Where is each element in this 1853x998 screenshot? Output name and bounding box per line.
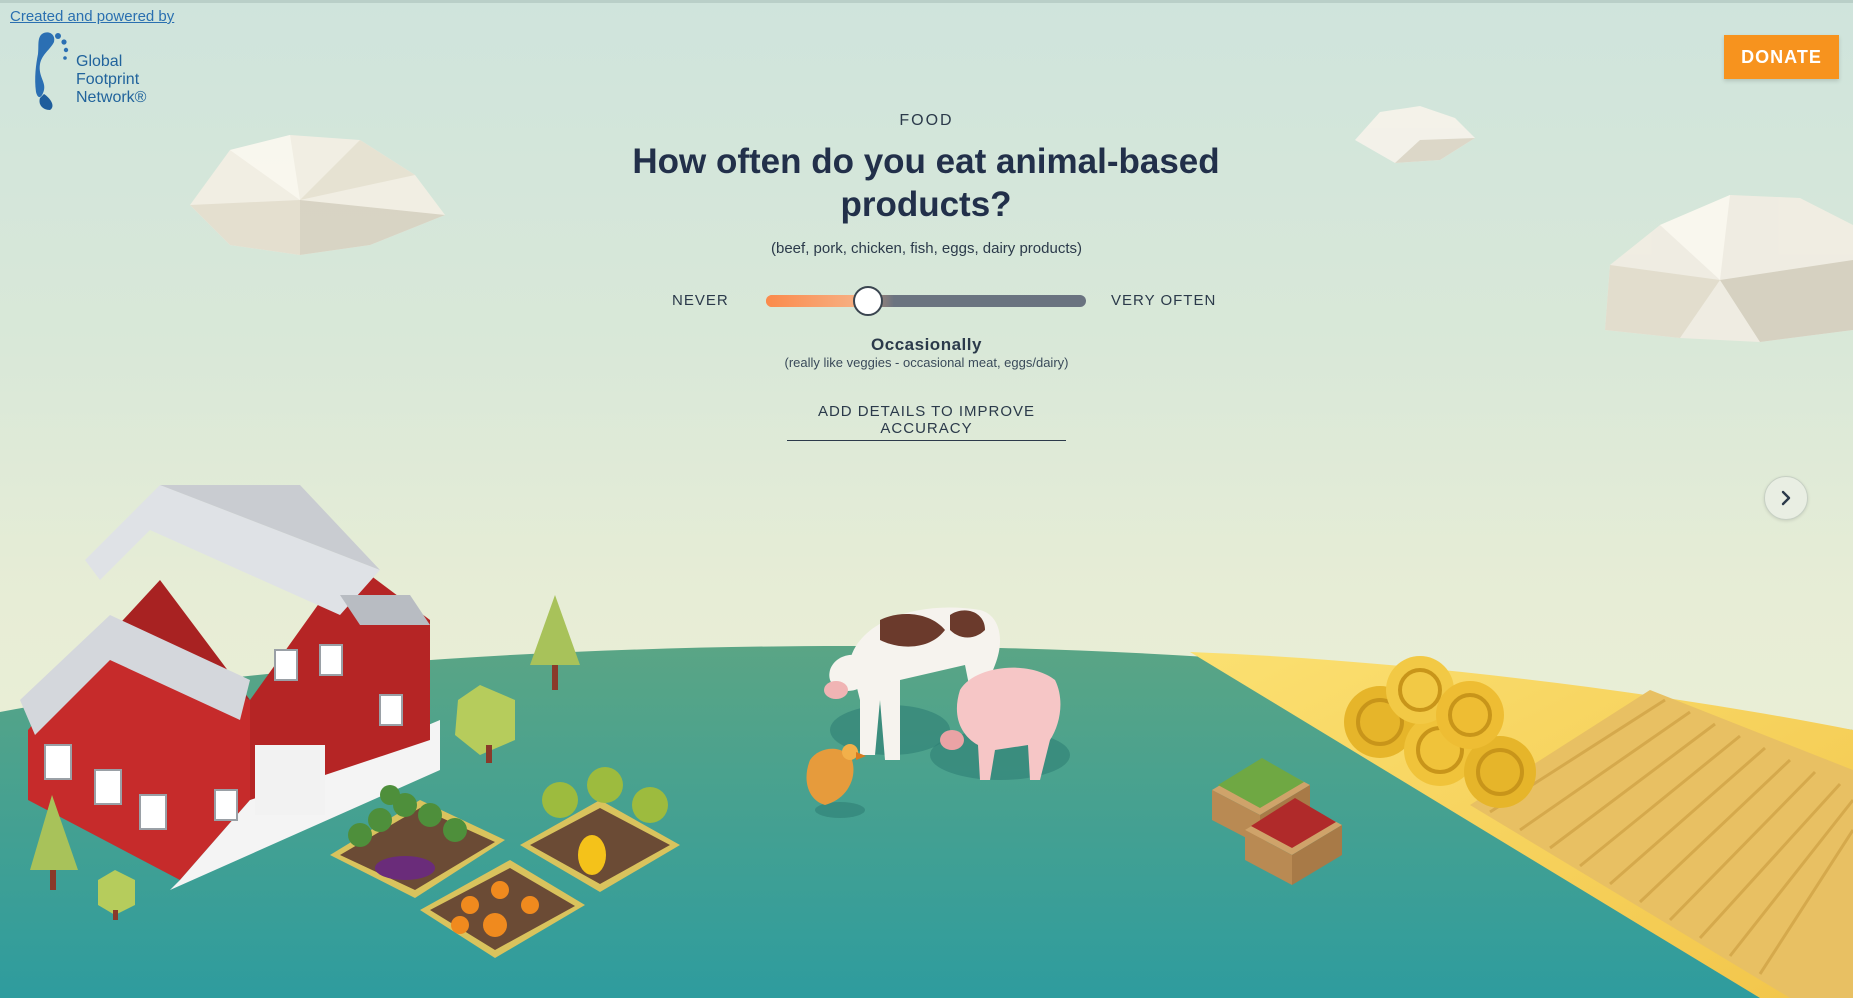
cloud-left <box>190 135 445 255</box>
chevron-right-icon <box>1781 490 1791 506</box>
frequency-slider-track[interactable] <box>766 286 1086 316</box>
logo-line-3: Network® <box>76 89 147 106</box>
slider-min-label: NEVER <box>672 292 729 309</box>
slider-max-label: VERY OFTEN <box>1111 292 1217 309</box>
donate-button[interactable]: DONATE <box>1724 35 1839 79</box>
frequency-slider-row: NEVER VERY OFTEN <box>0 286 1853 316</box>
next-button[interactable] <box>1764 476 1808 520</box>
cloud-right <box>1605 195 1853 342</box>
question-title: How often do you eat animal-based produc… <box>632 142 1220 224</box>
add-details-link[interactable]: ADD DETAILS TO IMPROVE ACCURACY <box>787 403 1066 441</box>
slider-value-label: Occasionally <box>871 335 982 354</box>
credit-link[interactable]: Created and powered by <box>10 8 174 25</box>
logo-text: Global Footprint Network® <box>76 53 146 107</box>
question-subtitle: (beef, pork, chicken, fish, eggs, dairy … <box>771 240 1082 257</box>
category-label: FOOD <box>899 112 954 129</box>
logo-line-1: Global <box>76 53 123 70</box>
slider-value-description: (really like veggies - occasional meat, … <box>784 355 1069 370</box>
logo-line-2: Footprint <box>76 71 140 88</box>
slider-thumb[interactable] <box>853 286 884 316</box>
